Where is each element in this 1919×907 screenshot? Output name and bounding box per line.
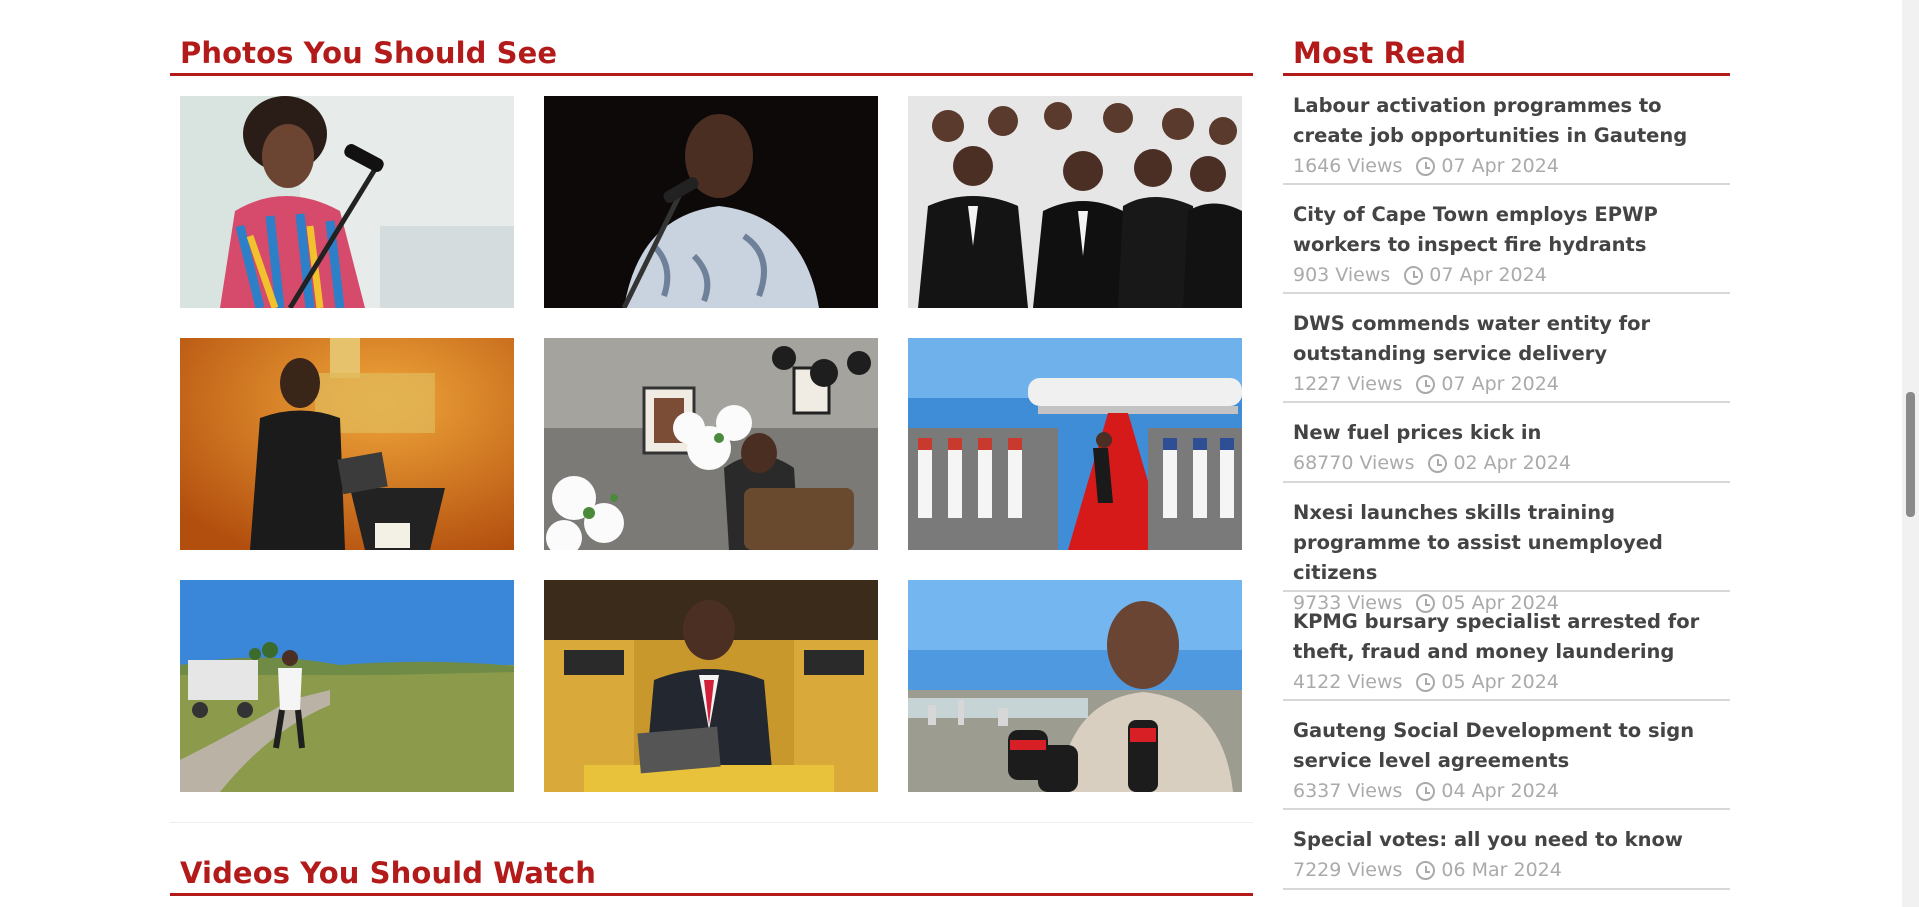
article-meta: 4122 Views 05 Apr 2024 — [1293, 667, 1720, 697]
article-date: 07 Apr 2024 — [1429, 264, 1547, 286]
article-meta: 1227 Views 07 Apr 2024 — [1293, 369, 1720, 399]
list-item: New fuel prices kick in 68770 Views 02 A… — [1283, 403, 1730, 483]
photos-section-header: Photos You Should See — [170, 0, 1253, 76]
article-date: 05 Apr 2024 — [1441, 671, 1559, 693]
view-count: 4122 Views — [1293, 671, 1403, 693]
article-link[interactable]: Gauteng Social Development to sign servi… — [1293, 701, 1720, 776]
view-count: 6337 Views — [1293, 780, 1403, 802]
article-meta: 6337 Views 04 Apr 2024 — [1293, 776, 1720, 806]
photo-man-speaking-microphone[interactable] — [544, 96, 878, 308]
article-link[interactable]: New fuel prices kick in — [1293, 403, 1720, 448]
clock-icon — [1416, 860, 1436, 880]
article-meta: 903 Views 07 Apr 2024 — [1293, 260, 1720, 290]
clock-icon — [1416, 374, 1436, 394]
article-link[interactable]: Special votes: all you need to know — [1293, 810, 1720, 855]
clock-icon — [1416, 156, 1436, 176]
view-count: 903 Views — [1293, 264, 1391, 286]
photo-red-carpet-guard-of-honour[interactable] — [908, 338, 1242, 550]
article-date: 04 Apr 2024 — [1441, 780, 1559, 802]
article-date: 07 Apr 2024 — [1441, 155, 1559, 177]
list-item: Gauteng Social Development to sign servi… — [1283, 701, 1730, 810]
videos-section: Videos You Should Watch — [170, 822, 1253, 896]
list-item: Labour activation programmes to create j… — [1283, 76, 1730, 185]
photo-minister-press-interview[interactable] — [908, 580, 1242, 792]
photo-signing-condolence-book[interactable] — [544, 338, 878, 550]
photos-section-title: Photos You Should See — [180, 36, 558, 70]
photos-section: Photos You Should See — [170, 0, 1253, 816]
list-item: KPMG bursary specialist arrested for the… — [1283, 592, 1730, 701]
clock-icon — [1416, 672, 1436, 692]
most-read-header: Most Read — [1283, 0, 1730, 76]
clock-icon — [1416, 781, 1436, 801]
article-meta: 68770 Views 02 Apr 2024 — [1293, 448, 1720, 478]
photo-dignitaries-in-black[interactable] — [908, 96, 1242, 308]
photo-speaker-orange-backdrop[interactable] — [180, 338, 514, 550]
article-meta: 7229 Views 06 Mar 2024 — [1293, 855, 1720, 885]
list-item: DWS commends water entity for outstandin… — [1283, 294, 1730, 403]
article-date: 06 Mar 2024 — [1441, 859, 1562, 881]
view-count: 1227 Views — [1293, 373, 1403, 395]
list-item: Nxesi launches skills training programme… — [1283, 483, 1730, 614]
article-link[interactable]: City of Cape Town employs EPWP workers t… — [1293, 185, 1720, 260]
videos-section-header: Videos You Should Watch — [170, 822, 1253, 896]
page-scrollbar[interactable] — [1902, 0, 1919, 907]
view-count: 68770 Views — [1293, 452, 1415, 474]
scrollbar-thumb[interactable] — [1906, 392, 1915, 517]
article-date: 02 Apr 2024 — [1453, 452, 1571, 474]
photo-golf-course[interactable] — [180, 580, 514, 792]
most-read-title: Most Read — [1293, 36, 1467, 70]
photo-woman-speaking-at-podium[interactable] — [180, 96, 514, 308]
most-read-sidebar: Most Read Labour activation programmes t… — [1283, 0, 1730, 890]
videos-section-title: Videos You Should Watch — [180, 856, 597, 890]
article-link[interactable]: KPMG bursary specialist arrested for the… — [1293, 592, 1720, 667]
list-item: City of Cape Town employs EPWP workers t… — [1283, 185, 1730, 294]
article-date: 07 Apr 2024 — [1441, 373, 1559, 395]
view-count: 7229 Views — [1293, 859, 1403, 881]
article-meta: 1646 Views 07 Apr 2024 — [1293, 151, 1720, 181]
article-link[interactable]: Labour activation programmes to create j… — [1293, 76, 1720, 151]
photo-grid — [170, 76, 1253, 816]
clock-icon — [1404, 265, 1424, 285]
article-link[interactable]: DWS commends water entity for outstandin… — [1293, 294, 1720, 369]
list-item: Special votes: all you need to know 7229… — [1283, 810, 1730, 890]
clock-icon — [1428, 453, 1448, 473]
article-link[interactable]: Nxesi launches skills training programme… — [1293, 483, 1720, 588]
view-count: 1646 Views — [1293, 155, 1403, 177]
photo-president-at-parliament-podium[interactable] — [544, 580, 878, 792]
